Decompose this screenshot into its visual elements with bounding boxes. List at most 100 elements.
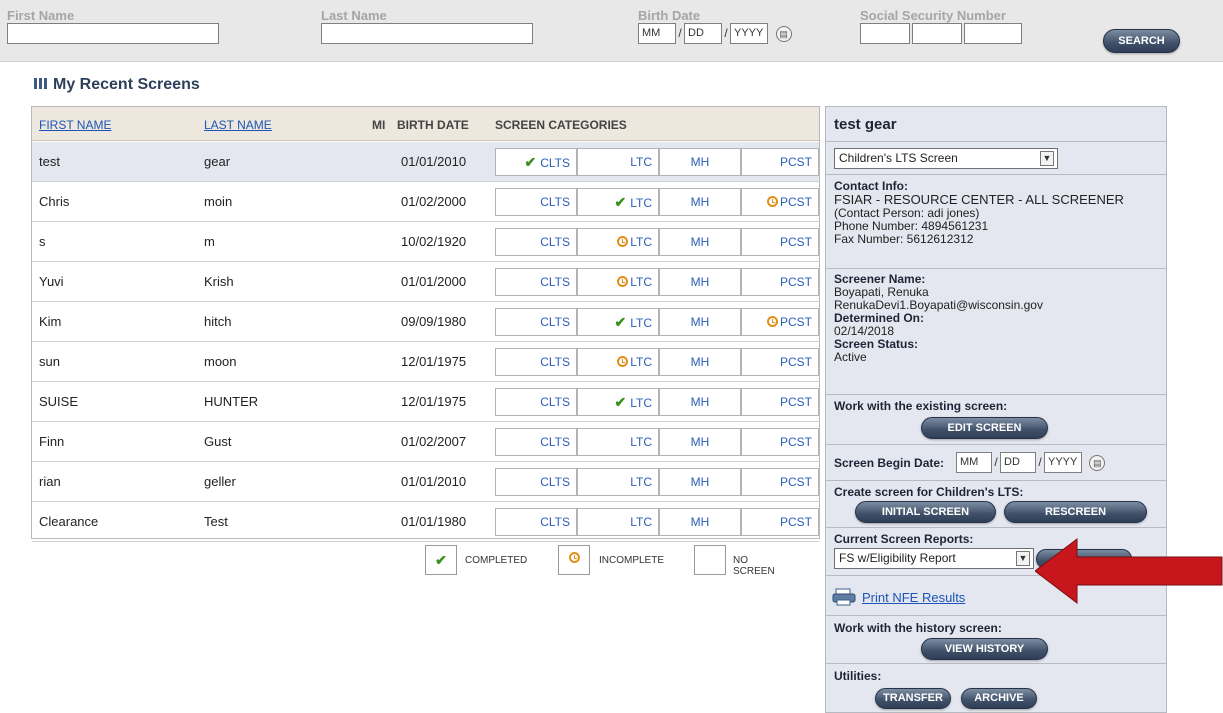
category-pcst-button[interactable]: PCST	[741, 228, 819, 256]
category-pcst-button[interactable]: PCST	[741, 468, 819, 496]
category-clts-button[interactable]: CLTS	[495, 468, 577, 496]
begin-date-block: Screen Begin Date: MM / DD / YYYY ▤	[826, 445, 1166, 481]
category-clts-button[interactable]: CLTS	[495, 188, 577, 216]
category-pcst-button[interactable]: PCST	[741, 188, 819, 216]
screen-status-value: Active	[834, 350, 867, 364]
category-mh-button[interactable]: MH	[659, 348, 741, 376]
chevron-down-icon[interactable]: ▼	[1016, 551, 1030, 566]
begin-day-input[interactable]: DD	[1000, 452, 1036, 473]
category-clts-button[interactable]: CLTS	[495, 268, 577, 296]
category-label: PCST	[779, 155, 812, 169]
category-pcst-button[interactable]: PCST	[741, 148, 819, 176]
contact-phone: Phone Number: 4894561231	[834, 219, 989, 233]
category-mh-button[interactable]: MH	[659, 388, 741, 416]
last-name-input[interactable]	[321, 23, 533, 44]
screen-type-select[interactable]: Children's LTS Screen ▼	[834, 148, 1058, 169]
edit-screen-button[interactable]: EDIT SCREEN	[921, 417, 1048, 439]
category-mh-button[interactable]: MH	[659, 188, 741, 216]
last-name-cell: geller	[204, 474, 236, 489]
category-label: CLTS	[540, 235, 570, 249]
initial-screen-button[interactable]: INITIAL SCREEN	[855, 501, 996, 523]
category-label: MH	[690, 275, 710, 289]
current-reports-label: Current Screen Reports:	[834, 532, 974, 546]
table-row[interactable]: rian geller 01/01/2010 CLTS LTC MH PCST	[32, 462, 819, 502]
table-row[interactable]: s m 10/02/1920 CLTS LTC MH PCST	[32, 222, 819, 262]
report-select[interactable]: FS w/Eligibility Report ▼	[834, 548, 1034, 569]
category-ltc-button[interactable]: LTC	[577, 268, 659, 296]
category-label: LTC	[630, 435, 652, 449]
category-ltc-button[interactable]: LTC	[577, 428, 659, 456]
category-ltc-button[interactable]: LTC	[577, 508, 659, 536]
category-clts-button[interactable]: CLTS	[495, 508, 577, 536]
birth-year-input[interactable]: YYYY	[730, 23, 768, 44]
category-pcst-button[interactable]: PCST	[741, 508, 819, 536]
archive-button[interactable]: ARCHIVE	[961, 688, 1037, 709]
category-label: PCST	[779, 275, 812, 289]
screen-categories-column-header: SCREEN CATEGORIES	[495, 118, 627, 132]
calendar-icon[interactable]: ▤	[775, 26, 792, 42]
category-mh-button[interactable]: MH	[659, 468, 741, 496]
category-clts-button[interactable]: ✔ CLTS	[495, 148, 577, 176]
last-name-cell: Gust	[204, 434, 232, 449]
category-ltc-button[interactable]: ✔ LTC	[577, 308, 659, 336]
begin-month-input[interactable]: MM	[956, 452, 992, 473]
category-ltc-button[interactable]: LTC	[577, 228, 659, 256]
table-row[interactable]: Clearance Test 01/01/1980 CLTS LTC MH PCST	[32, 502, 819, 542]
recent-screens-title-text: My Recent Screens	[53, 76, 200, 93]
table-row[interactable]: sun moon 12/01/1975 CLTS LTC MH PCST	[32, 342, 819, 382]
category-pcst-button[interactable]: PCST	[741, 428, 819, 456]
table-row[interactable]: SUISE HUNTER 12/01/1975 CLTS ✔ LTC MH PCST	[32, 382, 819, 422]
table-row[interactable]: Chris moin 01/02/2000 CLTS ✔ LTC MH PCST	[32, 182, 819, 222]
table-row[interactable]: Finn Gust 01/02/2007 CLTS LTC MH PCST	[32, 422, 819, 462]
category-clts-button[interactable]: CLTS	[495, 348, 577, 376]
legend-incomplete-label: INCOMPLETE	[599, 555, 665, 566]
ssn-part3-input[interactable]	[964, 23, 1022, 44]
calendar-icon[interactable]: ▤	[1089, 455, 1106, 471]
category-label: LTC	[630, 316, 652, 330]
category-label: CLTS	[540, 275, 570, 289]
last-name-column-header[interactable]: LAST NAME	[204, 118, 272, 132]
view-history-button[interactable]: VIEW HISTORY	[921, 638, 1048, 660]
rescreen-button[interactable]: RESCREEN	[1004, 501, 1147, 523]
first-name-column-header[interactable]: FIRST NAME	[39, 118, 111, 132]
category-clts-button[interactable]: CLTS	[495, 388, 577, 416]
category-pcst-button[interactable]: PCST	[741, 268, 819, 296]
category-mh-button[interactable]: MH	[659, 268, 741, 296]
category-ltc-button[interactable]: LTC	[577, 148, 659, 176]
ssn-part1-input[interactable]	[860, 23, 910, 44]
first-name-input[interactable]	[7, 23, 219, 44]
category-mh-button[interactable]: MH	[659, 148, 741, 176]
ssn-part2-input[interactable]	[912, 23, 962, 44]
category-mh-button[interactable]: MH	[659, 308, 741, 336]
category-pcst-button[interactable]: PCST	[741, 348, 819, 376]
category-clts-button[interactable]: CLTS	[495, 228, 577, 256]
category-ltc-button[interactable]: ✔ LTC	[577, 188, 659, 216]
first-name-cell: Yuvi	[39, 274, 64, 289]
first-name-cell: Finn	[39, 434, 65, 449]
category-clts-button[interactable]: CLTS	[495, 428, 577, 456]
print-nfe-results-link[interactable]: Print NFE Results	[862, 590, 965, 605]
table-row[interactable]: test gear 01/01/2010 ✔ CLTS LTC MH PCST	[32, 142, 819, 182]
category-pcst-button[interactable]: PCST	[741, 308, 819, 336]
chevron-down-icon[interactable]: ▼	[1040, 151, 1054, 166]
category-label: MH	[690, 435, 710, 449]
category-label: MH	[690, 195, 710, 209]
category-pcst-button[interactable]: PCST	[741, 388, 819, 416]
category-mh-button[interactable]: MH	[659, 508, 741, 536]
table-row[interactable]: Yuvi Krish 01/01/2000 CLTS LTC MH PCST	[32, 262, 819, 302]
table-row[interactable]: Kim hitch 09/09/1980 CLTS ✔ LTC MH PCST	[32, 302, 819, 342]
screener-name-label: Screener Name:	[834, 272, 926, 286]
category-ltc-button[interactable]: LTC	[577, 348, 659, 376]
category-ltc-button[interactable]: LTC	[577, 468, 659, 496]
category-ltc-button[interactable]: ✔ LTC	[577, 388, 659, 416]
category-clts-button[interactable]: CLTS	[495, 308, 577, 336]
search-button[interactable]: SEARCH	[1103, 29, 1180, 53]
birth-month-input[interactable]: MM	[638, 23, 676, 44]
last-name-cell: moin	[204, 194, 233, 209]
category-mh-button[interactable]: MH	[659, 428, 741, 456]
category-mh-button[interactable]: MH	[659, 228, 741, 256]
birth-day-input[interactable]: DD	[684, 23, 722, 44]
category-label: LTC	[630, 155, 652, 169]
transfer-button[interactable]: TRANSFER	[875, 688, 951, 709]
begin-year-input[interactable]: YYYY	[1044, 452, 1082, 473]
